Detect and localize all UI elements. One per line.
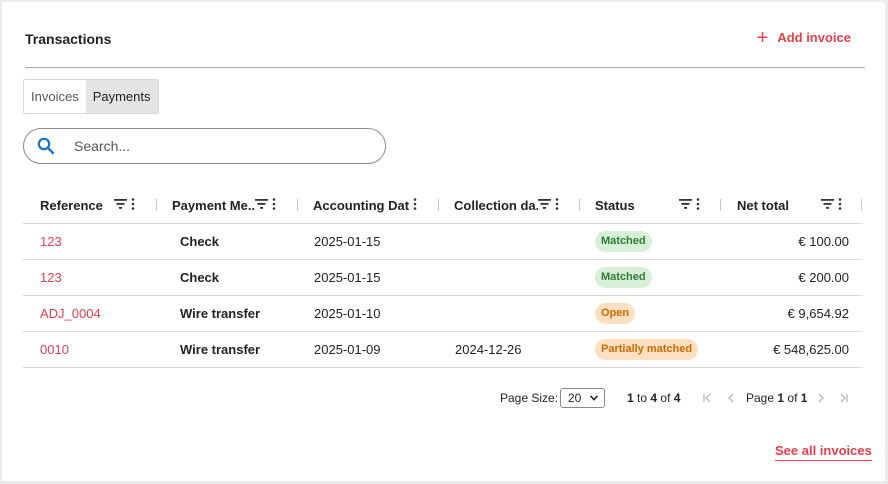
last-page-icon[interactable] [837, 392, 849, 404]
table-row[interactable]: 123 Check 2025-01-15 Matched € 100.00 [23, 224, 863, 260]
column-label: Accounting Date [313, 197, 409, 213]
accounting-date-cell: 2025-01-09 [314, 342, 381, 357]
column-separator [720, 199, 721, 211]
plus-icon: + [756, 26, 769, 49]
page-total: 1 [800, 391, 808, 405]
column-menu-icon[interactable] [696, 198, 700, 210]
card-title: Transactions [25, 31, 112, 47]
card-header: Transactions + Add invoice [25, 28, 865, 68]
table-row[interactable]: 123 Check 2025-01-15 Matched € 200.00 [23, 260, 863, 296]
column-label: Payment Me... [172, 197, 254, 213]
table-header-row: Reference Payment Me... Accounting Date … [23, 186, 863, 224]
search-box[interactable] [23, 128, 386, 164]
filter-icon[interactable] [679, 199, 692, 209]
search-input[interactable] [74, 135, 364, 157]
net-total-cell: € 200.00 [798, 270, 849, 285]
column-menu-icon[interactable] [838, 198, 842, 210]
page-current: 1 [777, 391, 785, 405]
first-page-icon[interactable] [702, 392, 714, 404]
column-header-status[interactable]: Status [595, 186, 655, 224]
range-of-text: of [660, 391, 671, 405]
filter-icon[interactable] [538, 199, 551, 209]
table-row[interactable]: ADJ_0004 Wire transfer 2025-01-10 Open €… [23, 296, 863, 332]
reference-link[interactable]: ADJ_0004 [40, 296, 101, 331]
chevron-down-icon [590, 395, 598, 401]
net-total-cell: € 548,625.00 [773, 342, 849, 357]
column-icons [413, 198, 417, 210]
column-menu-icon[interactable] [131, 198, 135, 210]
column-label: Status [595, 197, 635, 213]
next-page-icon[interactable] [815, 392, 827, 404]
column-header-reference[interactable]: Reference [40, 186, 120, 224]
status-badge: Matched [595, 267, 652, 288]
payment-method-cell: Check [180, 234, 220, 249]
payments-table: Reference Payment Me... Accounting Date … [23, 186, 863, 368]
accounting-date-cell: 2025-01-10 [314, 306, 381, 321]
column-menu-icon[interactable] [555, 198, 559, 210]
column-separator [156, 199, 157, 211]
filter-icon[interactable] [255, 199, 268, 209]
tab-payments[interactable]: Payments [85, 80, 158, 113]
status-cell: Open [595, 296, 636, 331]
net-total-cell: € 9,654.92 [787, 306, 849, 321]
column-label: Reference [40, 197, 103, 213]
column-icons [679, 198, 700, 210]
payment-method-cell: Wire transfer [180, 342, 261, 357]
add-invoice-label: Add invoice [777, 30, 851, 45]
filter-icon[interactable] [114, 199, 127, 209]
range-to: 4 [650, 391, 658, 405]
column-icons [538, 198, 559, 210]
collection-date-cell: 2024-12-26 [455, 342, 522, 357]
reference-link[interactable]: 0010 [40, 332, 69, 367]
column-label: Net total [737, 197, 789, 213]
column-separator [861, 199, 862, 211]
range-from: 1 [627, 391, 634, 405]
reference-link[interactable]: 123 [40, 224, 62, 259]
previous-page-icon[interactable] [725, 392, 737, 404]
column-separator [579, 199, 580, 211]
column-icons [114, 198, 135, 210]
column-separator [297, 199, 298, 211]
see-all-invoices-link[interactable]: See all invoices [775, 443, 872, 461]
column-separator [438, 199, 439, 211]
page-size-value: 20 [568, 391, 582, 405]
column-header-payment-method[interactable]: Payment Me... [172, 186, 254, 224]
add-invoice-button[interactable]: + Add invoice [756, 26, 851, 49]
accounting-date-cell: 2025-01-15 [314, 234, 381, 249]
page-size-label: Page Size: [500, 391, 559, 405]
status-badge: Open [595, 303, 636, 324]
column-label: Collection da... [454, 197, 538, 213]
column-header-accounting-date[interactable]: Accounting Date [313, 186, 409, 224]
column-menu-icon[interactable] [272, 198, 276, 210]
range-to-text: to [637, 391, 648, 405]
range-total: 4 [673, 391, 681, 405]
status-badge: Partially matched [595, 339, 699, 360]
column-menu-icon[interactable] [413, 198, 417, 210]
payment-method-cell: Wire transfer [180, 306, 261, 321]
column-header-collection-date[interactable]: Collection da... [454, 186, 538, 224]
page-label: Page [746, 391, 775, 405]
column-icons [255, 198, 276, 210]
column-icons [821, 198, 842, 210]
filter-icon[interactable] [821, 199, 834, 209]
status-badge: Matched [595, 231, 652, 252]
reference-link[interactable]: 123 [40, 260, 62, 295]
page-of-text: of [787, 391, 798, 405]
transaction-tabs: Invoices Payments [23, 79, 159, 114]
row-range-summary: 1 to 4 of 4 [627, 388, 680, 408]
payment-method-cell: Check [180, 270, 220, 285]
search-icon [37, 137, 55, 155]
tab-invoices[interactable]: Invoices [24, 80, 86, 113]
status-cell: Partially matched [595, 332, 699, 367]
accounting-date-cell: 2025-01-15 [314, 270, 381, 285]
status-cell: Matched [595, 260, 652, 295]
column-header-net-total[interactable]: Net total [737, 186, 807, 224]
net-total-cell: € 100.00 [798, 234, 849, 249]
status-cell: Matched [595, 224, 652, 259]
page-size-select[interactable]: 20 [560, 388, 605, 408]
pagination-bar: Page Size: 20 1 to 4 of 4 Page 1 of 1 [0, 388, 888, 408]
page-indicator: Page 1 of 1 [746, 388, 807, 408]
table-row[interactable]: 0010 Wire transfer 2025-01-09 2024-12-26… [23, 332, 863, 368]
